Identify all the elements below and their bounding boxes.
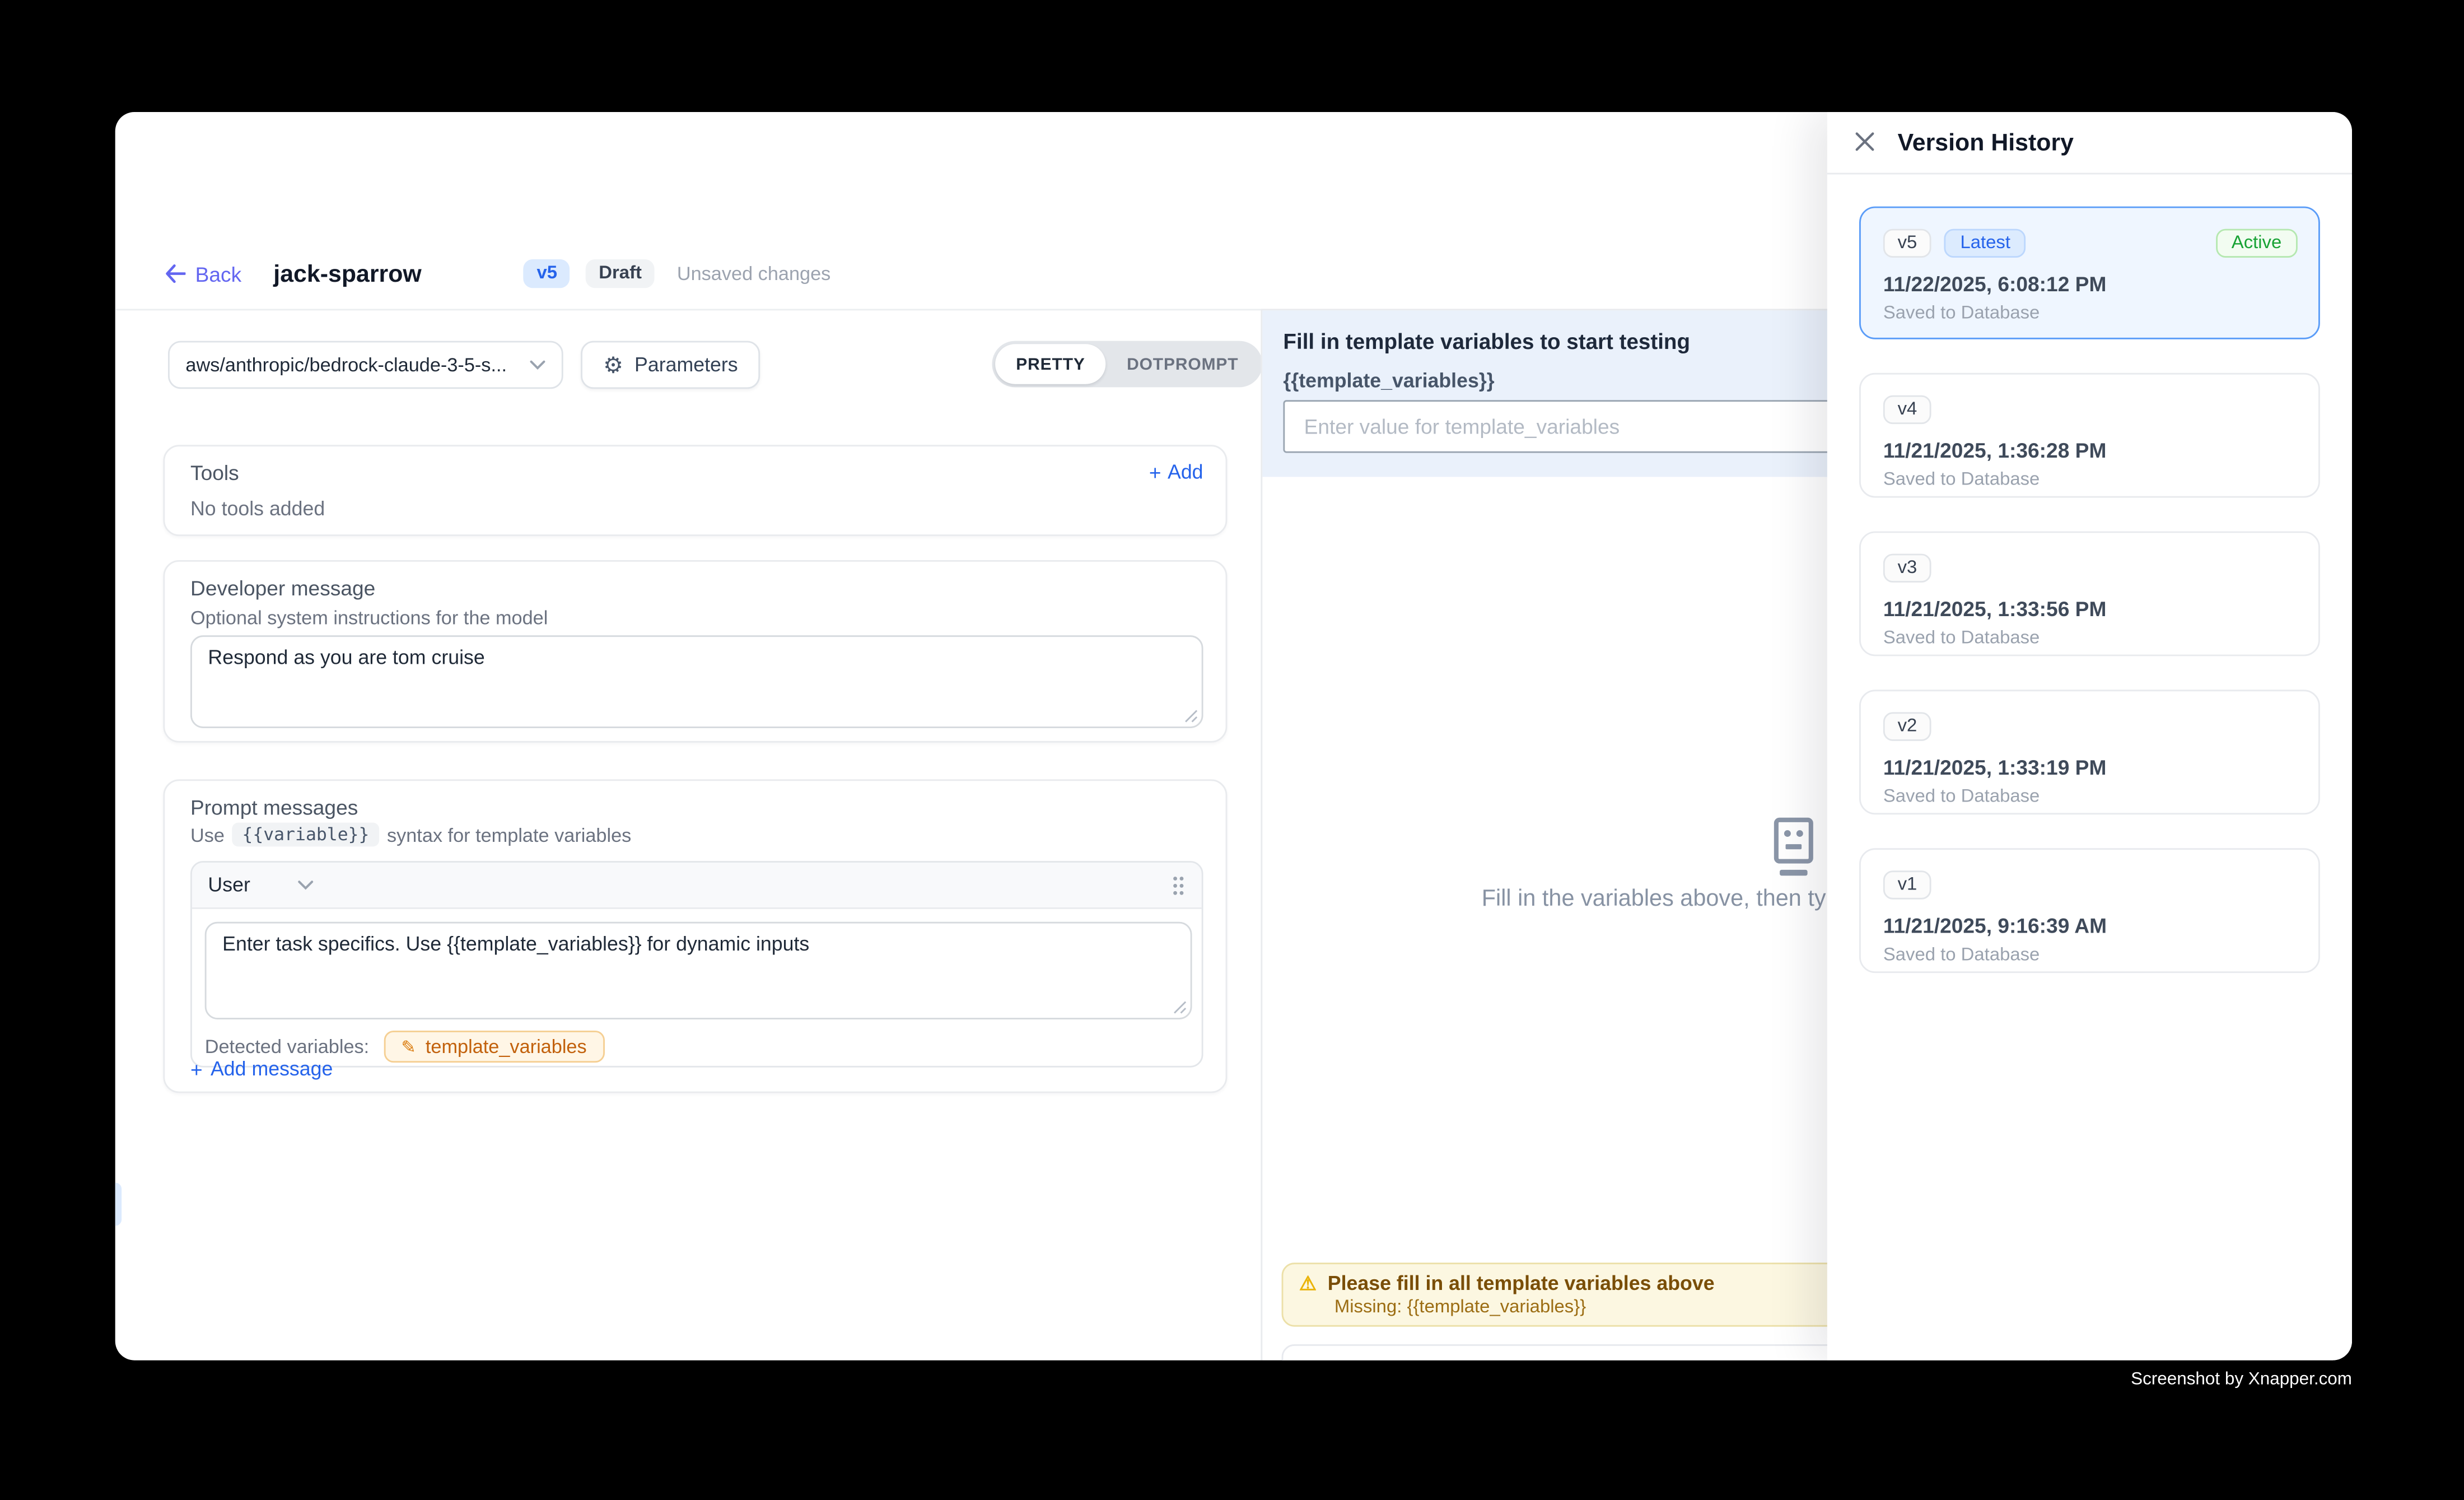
version-timestamp: 11/21/2025, 1:33:56 PM: [1883, 597, 2296, 621]
developer-message-title: Developer message: [190, 576, 375, 600]
version-card-v2[interactable]: v2 11/21/2025, 1:33:19 PM Saved to Datab…: [1859, 690, 2320, 814]
active-badge: Active: [2215, 229, 2298, 258]
edge-peek-element: [115, 1182, 122, 1226]
version-timestamp: 11/21/2025, 1:36:28 PM: [1883, 439, 2296, 463]
version-badge-row: v1: [1883, 870, 2296, 899]
plus-icon: +: [190, 1059, 203, 1079]
tools-empty-text: No tools added: [190, 498, 325, 520]
version-saved-text: Saved to Database: [1883, 788, 2296, 807]
version-timestamp: 11/21/2025, 9:16:39 AM: [1883, 914, 2296, 938]
format-toggle: PRETTY DOTPROMPT: [992, 341, 1262, 388]
subtitle-prefix: Use: [190, 823, 225, 846]
message-input[interactable]: Enter task specifics. Use {{template_var…: [205, 922, 1192, 1019]
version-history-panel: Version History v5 Latest Active 11/22/2…: [1827, 112, 2352, 1361]
template-variable-chip[interactable]: ✎ template_variables: [384, 1031, 604, 1063]
close-icon[interactable]: [1854, 131, 1875, 152]
version-timestamp: 11/21/2025, 1:33:19 PM: [1883, 756, 2296, 780]
model-select[interactable]: aws/anthropic/bedrock-claude-3-5-s...: [168, 341, 563, 389]
developer-message-subtitle: Optional system instructions for the mod…: [190, 607, 548, 629]
version-badge-row: v4: [1883, 395, 2296, 424]
developer-message-card: Developer message Optional system instru…: [163, 560, 1227, 743]
back-label: Back: [195, 262, 242, 286]
add-tool-button[interactable]: + Add: [1149, 461, 1203, 483]
chevron-down-icon: [530, 360, 546, 370]
tools-title: Tools: [190, 461, 239, 485]
drag-handle-icon[interactable]: [1171, 874, 1186, 895]
subtitle-suffix: syntax for template variables: [387, 823, 631, 846]
add-message-button[interactable]: + Add message: [190, 1058, 333, 1080]
robot-face-icon: [1762, 813, 1826, 880]
plus-icon: +: [1149, 462, 1161, 482]
version-card-v3[interactable]: v3 11/21/2025, 1:33:56 PM Saved to Datab…: [1859, 532, 2320, 656]
pencil-icon: ✎: [401, 1036, 416, 1057]
developer-message-input[interactable]: Respond as you are tom cruise: [190, 635, 1203, 728]
developer-message-field-wrap: Respond as you are tom cruise: [190, 635, 1203, 728]
chevron-down-icon: [298, 880, 315, 889]
detected-variables-label: Detected variables:: [205, 1036, 370, 1058]
message-role-value: User: [208, 874, 250, 896]
version-number-badge: v4: [1883, 395, 1931, 424]
latest-badge: Latest: [1944, 229, 2027, 258]
template-variables-title: Fill in template variables to start test…: [1283, 330, 1690, 354]
draft-badge: Draft: [586, 259, 654, 288]
version-number-badge: v5: [1883, 229, 1931, 258]
toggle-dotprompt[interactable]: DOTPROMPT: [1106, 344, 1259, 384]
version-saved-text: Saved to Database: [1883, 304, 2296, 323]
prompt-messages-card: Prompt messages Use {{variable}} syntax …: [163, 779, 1227, 1093]
version-card-v1[interactable]: v1 11/21/2025, 9:16:39 AM Saved to Datab…: [1859, 848, 2320, 973]
version-badge-row: v3: [1883, 554, 2296, 583]
warning-icon: ⚠: [1299, 1274, 1317, 1293]
variable-syntax-chip: {{variable}}: [232, 823, 379, 847]
message-field-wrap: Enter task specifics. Use {{template_var…: [205, 922, 1192, 1019]
back-button[interactable]: Back: [165, 262, 241, 286]
version-badge: v5: [524, 259, 570, 288]
template-variable-chip-label: template_variables: [426, 1036, 587, 1058]
screenshot-stage: Back jack-sparrow v5 Draft Unsaved chang…: [0, 0, 2464, 1500]
message-header: User: [192, 863, 1202, 909]
prompt-messages-subtitle: Use {{variable}} syntax for template var…: [190, 823, 631, 847]
version-number-badge: v2: [1883, 712, 1931, 740]
message-block: User Enter task specifics. Use {{templat…: [190, 861, 1203, 1068]
watermark-text: Screenshot by Xnapper.com: [2131, 1370, 2352, 1389]
unsaved-changes-label: Unsaved changes: [677, 263, 831, 285]
version-number-badge: v1: [1883, 870, 1931, 899]
model-select-value: aws/anthropic/bedrock-claude-3-5-s...: [185, 353, 520, 376]
version-badge-row: v2: [1883, 712, 2296, 740]
tools-card: Tools + Add No tools added: [163, 445, 1227, 536]
template-variable-name: {{template_variables}}: [1283, 370, 1494, 392]
toggle-pretty[interactable]: PRETTY: [995, 344, 1106, 384]
gear-icon: ⚙: [603, 353, 623, 376]
version-card-v4[interactable]: v4 11/21/2025, 1:36:28 PM Saved to Datab…: [1859, 373, 2320, 498]
version-number-badge: v3: [1883, 554, 1931, 583]
add-message-label: Add message: [211, 1058, 333, 1080]
prompt-messages-title: Prompt messages: [190, 795, 358, 819]
page-title: jack-sparrow: [273, 260, 421, 287]
version-history-title: Version History: [1898, 129, 2074, 157]
warning-title: Please fill in all template variables ab…: [1328, 1272, 1715, 1294]
empty-state-text: Fill in the variables above, then typ: [1482, 887, 1839, 912]
message-role-select[interactable]: User: [208, 874, 314, 896]
version-history-header: Version History: [1827, 112, 2352, 174]
version-card-v5[interactable]: v5 Latest Active 11/22/2025, 6:08:12 PM …: [1859, 207, 2320, 339]
app-window: Back jack-sparrow v5 Draft Unsaved chang…: [115, 112, 2352, 1361]
page-header: Back jack-sparrow v5 Draft Unsaved chang…: [165, 253, 830, 294]
back-arrow-icon: [165, 264, 185, 283]
parameters-button[interactable]: ⚙ Parameters: [581, 341, 760, 389]
version-saved-text: Saved to Database: [1883, 471, 2296, 490]
parameters-label: Parameters: [634, 353, 738, 376]
version-saved-text: Saved to Database: [1883, 946, 2296, 965]
version-timestamp: 11/22/2025, 6:08:12 PM: [1883, 272, 2296, 296]
add-tool-label: Add: [1168, 461, 1203, 483]
version-saved-text: Saved to Database: [1883, 629, 2296, 648]
